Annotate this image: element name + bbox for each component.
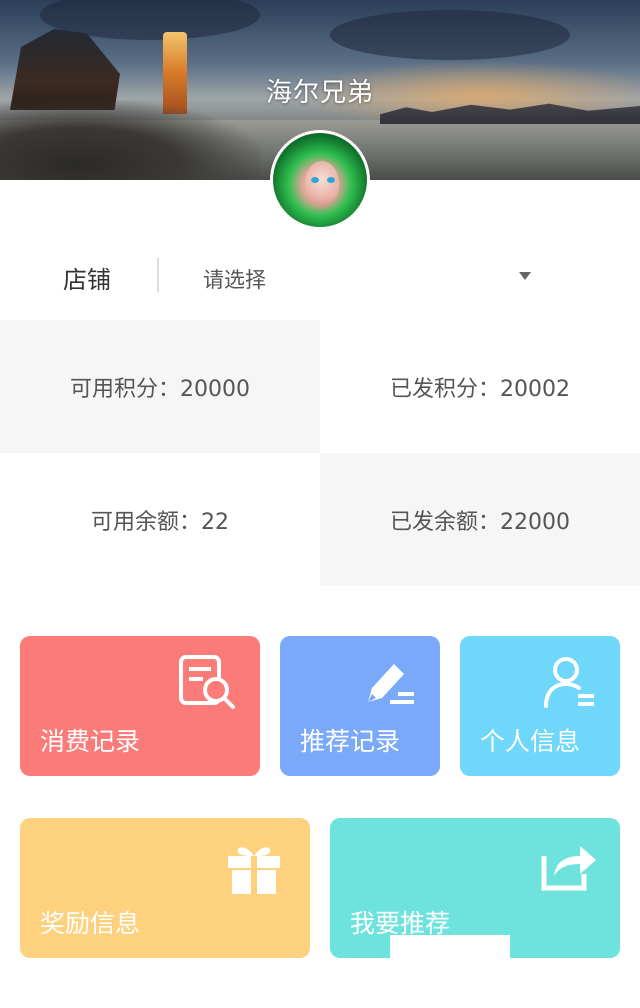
reward-info-label: 奖励信息 <box>40 909 141 938</box>
personal-info-tile[interactable]: 个人信息 <box>460 636 620 776</box>
stats-grid: 可用积分：20000 已发积分：20002 可用余额：22 已发余额：22000 <box>0 320 640 586</box>
pen-edit-icon <box>362 654 418 714</box>
avatar-eye <box>311 177 319 183</box>
stat-issued-balance: 已发余额：22000 <box>320 453 640 586</box>
overlay-fragment <box>436 965 596 1008</box>
avatar-face <box>305 161 339 207</box>
shop-select-value: 请选择 <box>203 268 266 292</box>
recommend-records-label: 推荐记录 <box>300 727 401 756</box>
divider <box>157 258 159 292</box>
reward-info-tile[interactable]: 奖励信息 <box>20 818 310 958</box>
recommend-records-tile[interactable]: 推荐记录 <box>280 636 440 776</box>
shop-label: 店铺 <box>63 266 111 294</box>
user-list-icon <box>542 654 598 714</box>
banner-rocks <box>0 100 260 180</box>
page-title: 海尔兄弟 <box>265 78 374 108</box>
avatar[interactable] <box>270 130 370 230</box>
avatar-eye <box>327 177 335 183</box>
consume-records-label: 消费记录 <box>40 727 141 756</box>
shop-row: 店铺 请选择 <box>0 238 640 314</box>
banner-cloud <box>330 10 570 60</box>
shop-select[interactable]: 请选择 <box>195 252 545 300</box>
document-search-icon <box>178 654 236 716</box>
caret-down-icon <box>519 272 531 280</box>
personal-info-label: 个人信息 <box>480 727 581 756</box>
stat-available-points: 可用积分：20000 <box>0 320 320 453</box>
consume-records-tile[interactable]: 消费记录 <box>20 636 260 776</box>
gift-icon <box>226 842 282 900</box>
stat-available-balance: 可用余额：22 <box>0 453 320 586</box>
stat-issued-points: 已发积分：20002 <box>320 320 640 453</box>
share-icon <box>540 842 598 896</box>
